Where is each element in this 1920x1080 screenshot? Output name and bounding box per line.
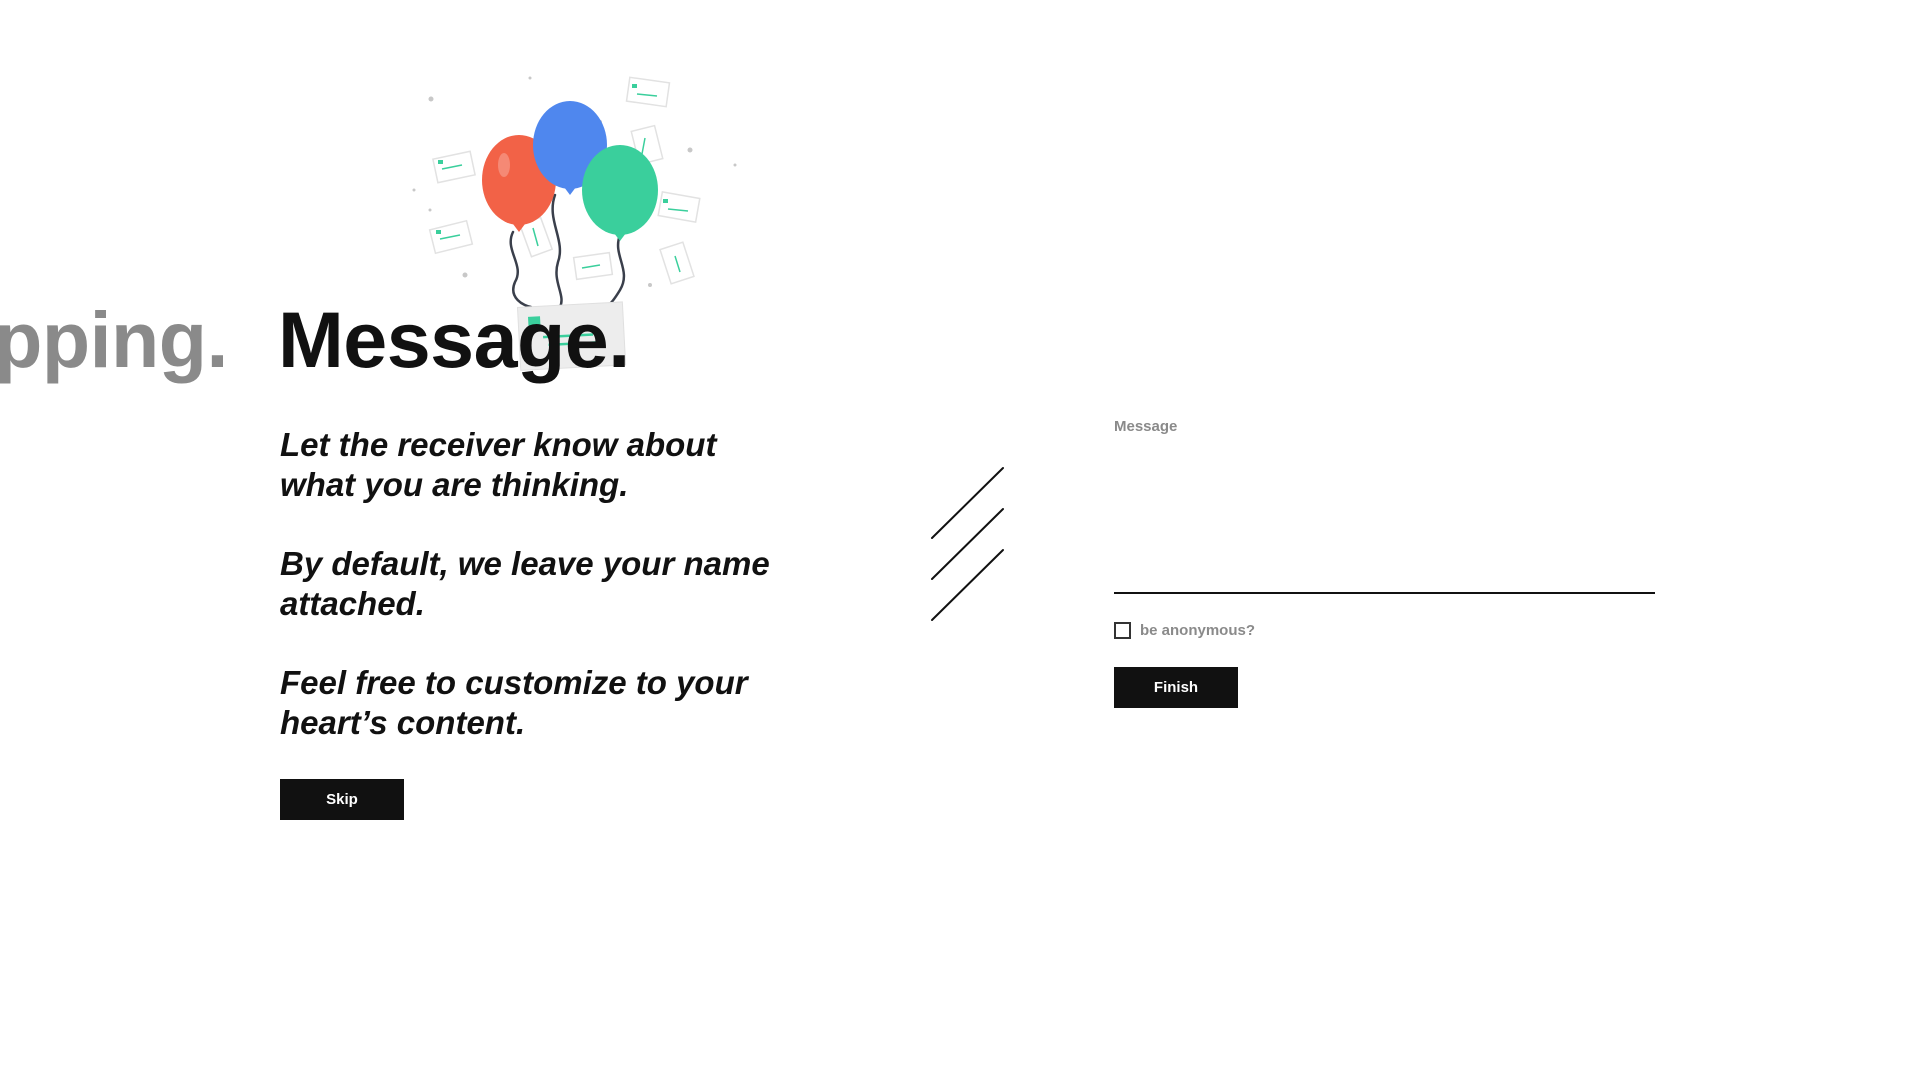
- message-textarea[interactable]: [1114, 440, 1655, 594]
- skip-button[interactable]: Skip: [280, 779, 404, 820]
- finish-button[interactable]: Finish: [1114, 667, 1238, 708]
- anonymous-checkbox[interactable]: [1114, 622, 1131, 639]
- message-field-label: Message: [1114, 418, 1178, 435]
- intro-paragraph: Feel free to customize to your heart’s c…: [280, 664, 748, 741]
- intro-text: Let the receiver know about what you are…: [280, 425, 800, 782]
- page-title: Message.: [278, 295, 630, 384]
- anonymous-option[interactable]: be anonymous?: [1114, 622, 1255, 639]
- page: hipping.: [0, 0, 1920, 1080]
- intro-paragraph: By default, we leave your name attached.: [280, 545, 770, 622]
- anonymous-label[interactable]: be anonymous?: [1140, 622, 1255, 639]
- slash-divider-icon: [931, 467, 1004, 621]
- previous-step-title[interactable]: hipping.: [0, 300, 229, 379]
- intro-paragraph: Let the receiver know about what you are…: [280, 426, 717, 503]
